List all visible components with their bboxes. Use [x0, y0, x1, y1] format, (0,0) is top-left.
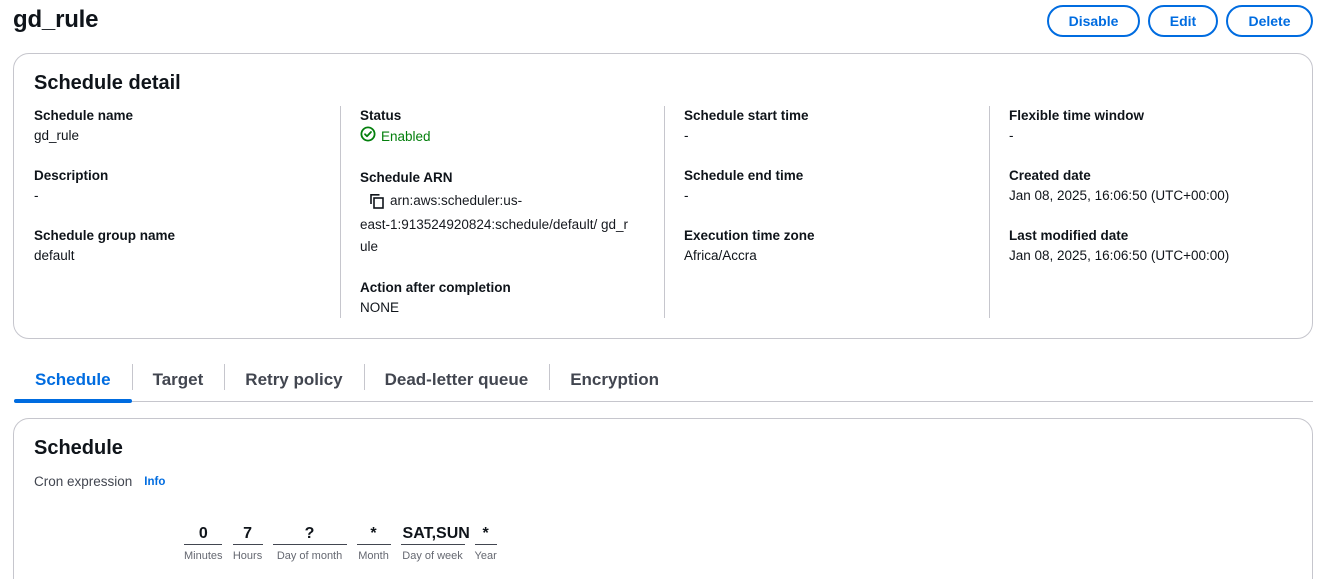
end-time-value: - — [684, 188, 689, 203]
detail-tabs: Schedule Target Retry policy Dead-letter… — [14, 358, 1313, 403]
delete-button[interactable]: Delete — [1226, 5, 1313, 37]
action-after-completion-value: NONE — [360, 300, 400, 315]
cron-label: Hours — [232, 550, 263, 562]
created-date-value: Jan 08, 2025, 16:06:50 (UTC+00:00) — [1009, 188, 1230, 203]
cron-field-day-of-week: SAT,SUN Day of week — [400, 523, 470, 562]
cron-label: Day of week — [402, 550, 463, 562]
cron-field-day-of-month: ? Day of month — [272, 523, 347, 562]
cron-value: 7 — [232, 523, 263, 545]
action-after-completion-label: Action after completion — [360, 280, 511, 295]
end-time-field: Schedule end time - — [684, 166, 984, 206]
flex-window-label: Flexible time window — [1009, 108, 1145, 123]
status-field: Status Enabled — [360, 106, 660, 148]
cron-expression-label-row: Cron expression Info — [34, 474, 165, 489]
column-divider — [989, 106, 990, 318]
cron-expression: 0 Minutes 7 Hours ? Day of month * Month… — [184, 523, 497, 562]
schedule-detail-title: Schedule detail — [34, 72, 181, 94]
schedule-name-value: gd_rule — [34, 128, 80, 143]
schedule-group-value: default — [34, 248, 75, 263]
status-text: Enabled — [381, 129, 431, 144]
cron-expression-label: Cron expression — [34, 474, 133, 489]
info-link[interactable]: Info — [144, 476, 165, 488]
cron-label: Year — [474, 550, 497, 562]
header-actions: Disable Edit Delete — [1047, 5, 1313, 37]
edit-button[interactable]: Edit — [1148, 5, 1218, 37]
detail-column-3: Schedule start time - Schedule end time … — [684, 106, 984, 286]
schedule-arn-label: Schedule ARN — [360, 170, 453, 185]
copy-icon[interactable] — [364, 188, 390, 214]
column-divider — [340, 106, 341, 318]
detail-column-1: Schedule name gd_rule Description - Sche… — [34, 106, 334, 286]
detail-column-4: Flexible time window - Created date Jan … — [1009, 106, 1309, 286]
tab-retry-policy[interactable]: Retry policy — [224, 358, 363, 402]
status-value: Enabled — [360, 126, 660, 148]
schedule-arn-rest: east-1:913524920824:schedule/default/ gd… — [360, 217, 628, 254]
timezone-label: Execution time zone — [684, 228, 815, 243]
cron-value: * — [356, 523, 391, 545]
tab-target[interactable]: Target — [131, 358, 225, 402]
end-time-label: Schedule end time — [684, 168, 804, 183]
cron-field-year: * Year — [475, 523, 497, 562]
tab-schedule[interactable]: Schedule — [14, 358, 132, 403]
flex-window-field: Flexible time window - — [1009, 106, 1309, 146]
timezone-field: Execution time zone Africa/Accra — [684, 226, 984, 266]
cron-field-hours: 7 Hours — [232, 523, 263, 562]
cron-field-minutes: 0 Minutes — [184, 523, 223, 562]
start-time-value: - — [684, 128, 689, 143]
modified-date-label: Last modified date — [1009, 228, 1129, 243]
schedule-name-label: Schedule name — [34, 108, 134, 123]
disable-button[interactable]: Disable — [1047, 5, 1140, 37]
cron-field-month: * Month — [356, 523, 391, 562]
modified-date-field: Last modified date Jan 08, 2025, 16:06:5… — [1009, 226, 1309, 266]
tab-dead-letter-queue[interactable]: Dead-letter queue — [363, 358, 550, 402]
created-date-field: Created date Jan 08, 2025, 16:06:50 (UTC… — [1009, 166, 1309, 206]
schedule-panel-title: Schedule — [34, 437, 123, 459]
cron-label: Minutes — [184, 550, 223, 562]
cron-value: * — [474, 523, 497, 545]
column-divider — [664, 106, 665, 318]
start-time-field: Schedule start time - — [684, 106, 984, 146]
cron-label: Month — [358, 550, 389, 562]
cron-label: Day of month — [276, 550, 343, 562]
flex-window-value: - — [1009, 128, 1014, 143]
cron-value: SAT,SUN — [400, 523, 470, 545]
description-field: Description - — [34, 166, 334, 206]
schedule-group-field: Schedule group name default — [34, 226, 334, 266]
timezone-value: Africa/Accra — [684, 248, 757, 263]
schedule-name-field: Schedule name gd_rule — [34, 106, 334, 146]
schedule-arn-field: Schedule ARN arn:aws:scheduler:us- east-… — [360, 168, 660, 258]
created-date-label: Created date — [1009, 168, 1091, 183]
schedule-detail-panel: Schedule detail Schedule name gd_rule De… — [13, 53, 1313, 339]
start-time-label: Schedule start time — [684, 108, 809, 123]
status-label: Status — [360, 108, 402, 123]
schedule-group-label: Schedule group name — [34, 228, 176, 243]
schedule-arn-row: arn:aws:scheduler:us- — [360, 188, 660, 214]
detail-column-2: Status Enabled Schedule ARN arn:aws:sche… — [360, 106, 660, 338]
cron-value: 0 — [184, 523, 223, 545]
schedule-panel: Schedule Cron expression Info 0 Minutes … — [13, 418, 1313, 579]
action-after-completion-field: Action after completion NONE — [360, 278, 660, 318]
modified-date-value: Jan 08, 2025, 16:06:50 (UTC+00:00) — [1009, 248, 1230, 263]
check-circle-icon — [360, 126, 376, 148]
tab-encryption[interactable]: Encryption — [549, 358, 680, 402]
description-value: - — [34, 188, 39, 203]
cron-value: ? — [272, 523, 347, 545]
description-label: Description — [34, 168, 109, 183]
page-title: gd_rule — [13, 6, 99, 33]
schedule-arn-line-1: arn:aws:scheduler:us- — [390, 193, 523, 208]
